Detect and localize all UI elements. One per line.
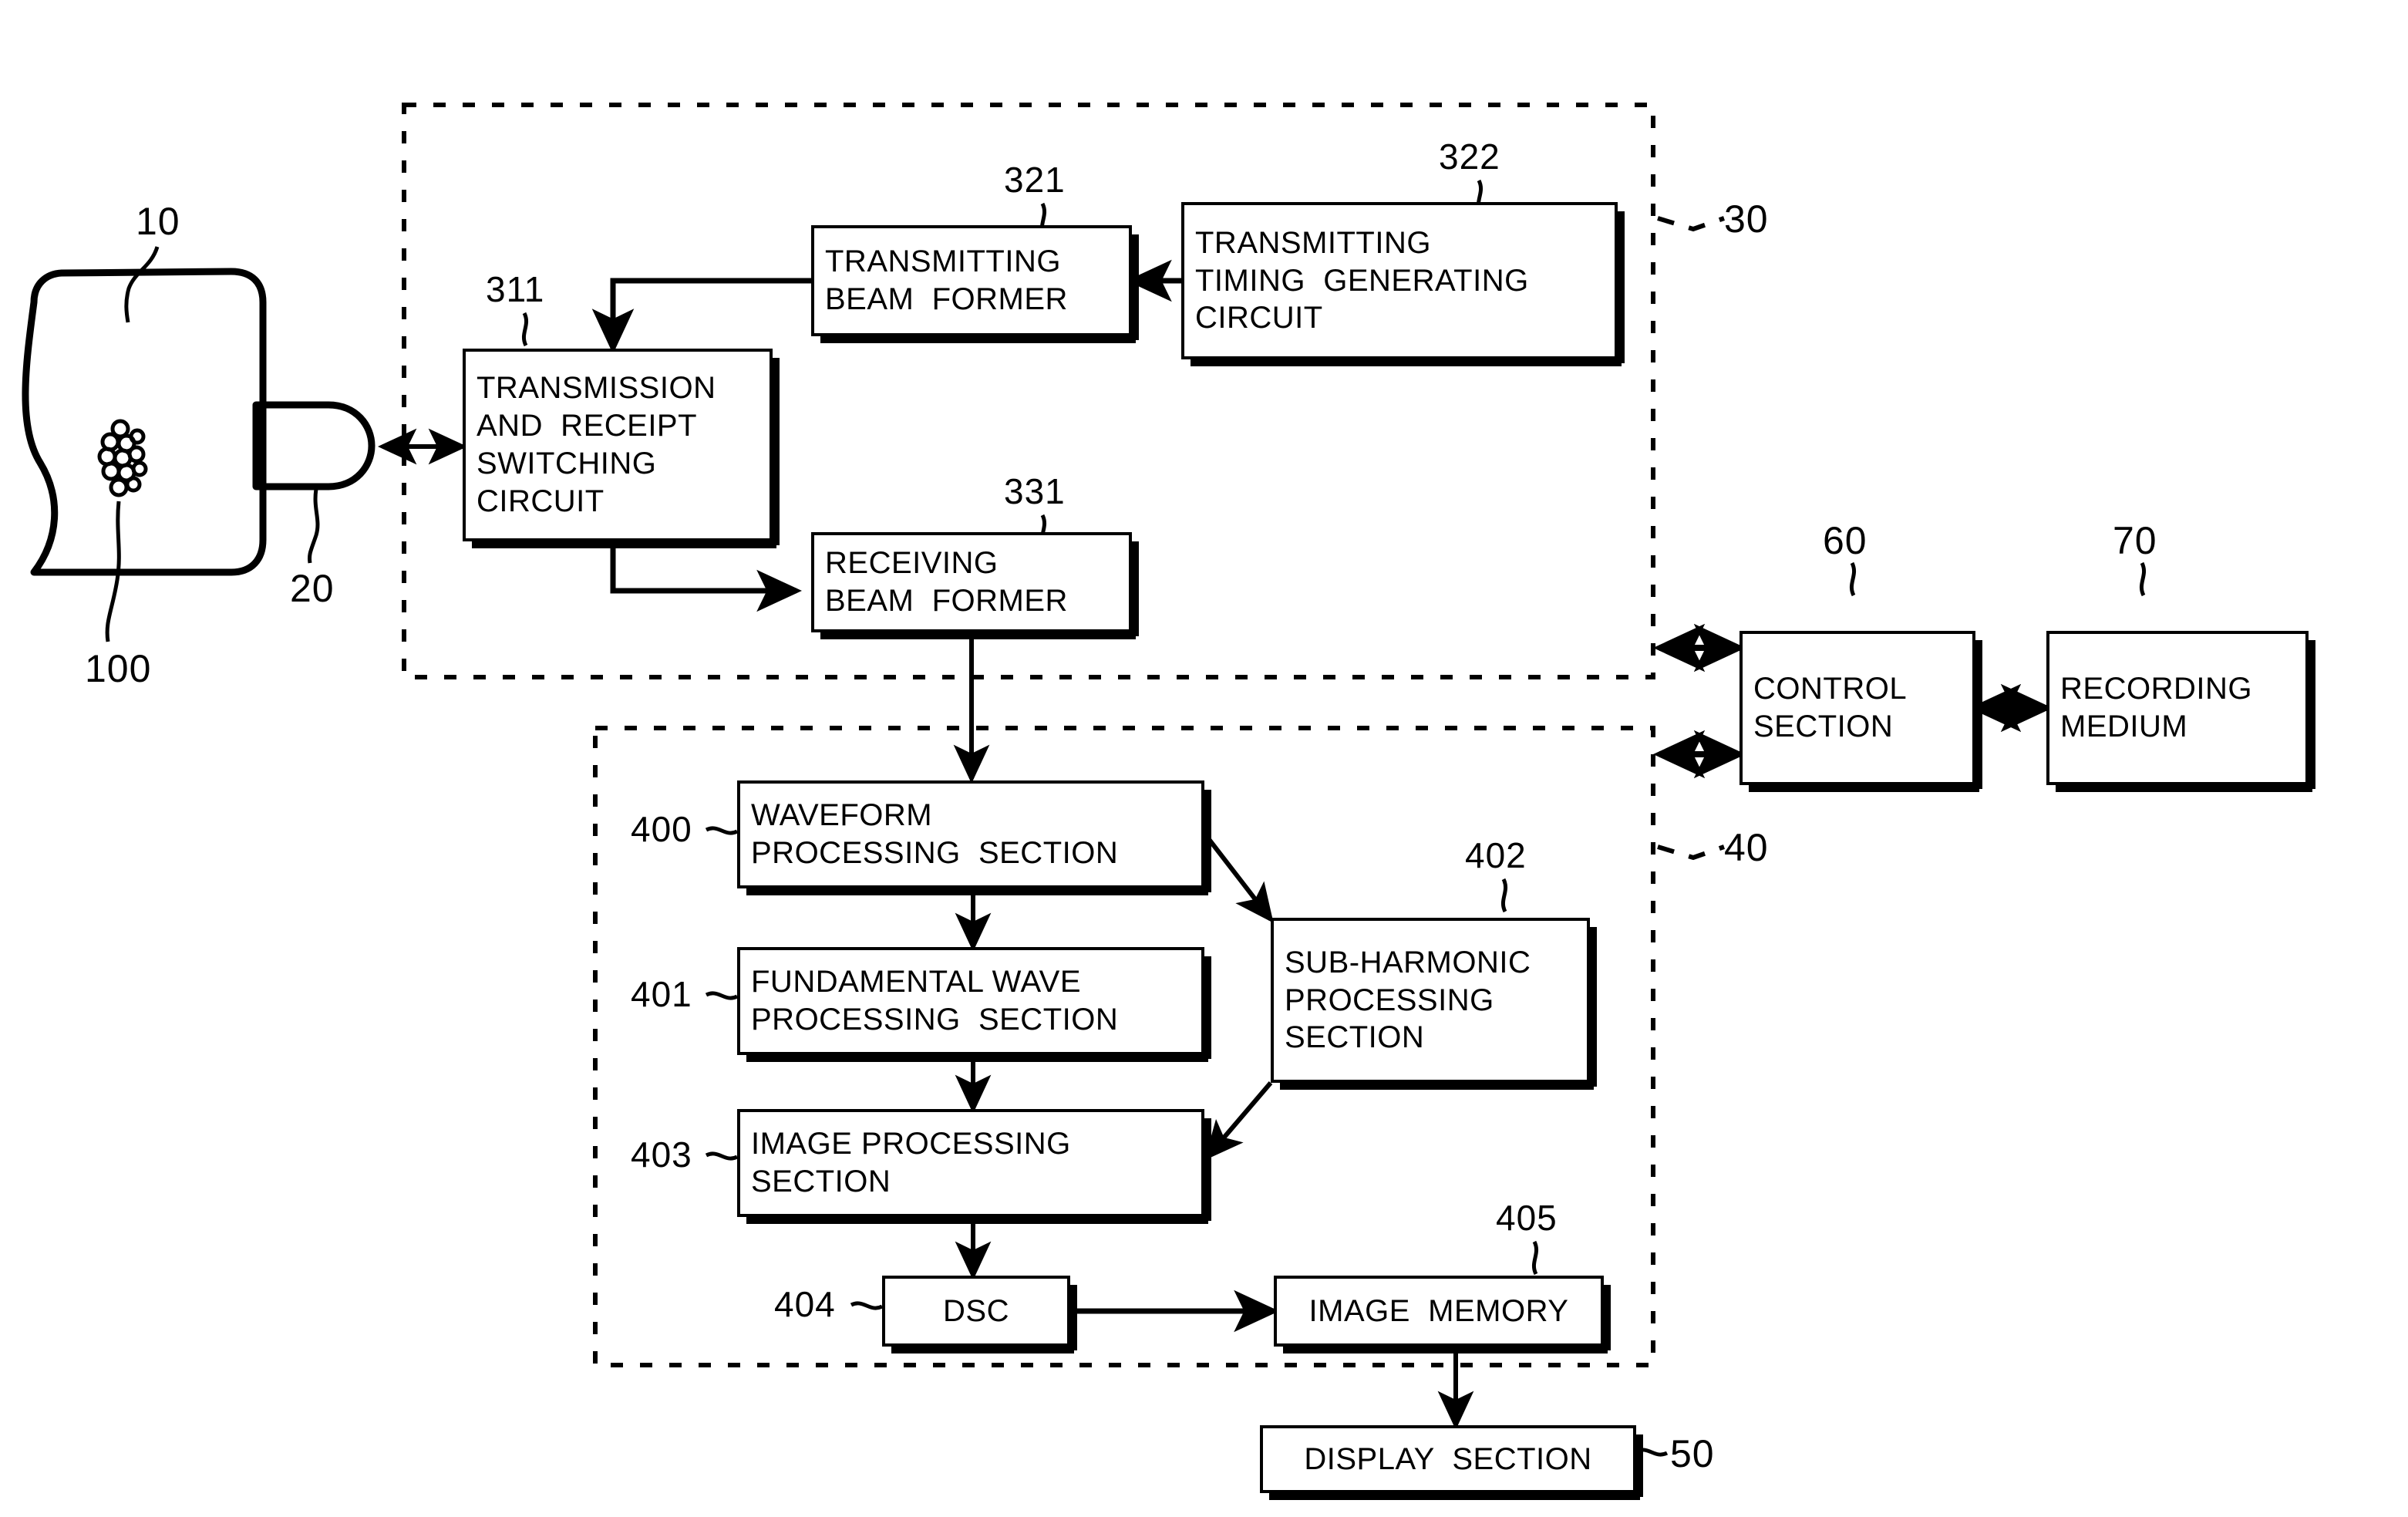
- leader-line-20: [308, 488, 320, 564]
- leader-line-405: [1531, 1240, 1539, 1276]
- leader-line-70: [2139, 561, 2147, 597]
- block-line: RECORDING: [2060, 672, 2252, 706]
- block-line: FUNDAMENTAL WAVE: [751, 965, 1082, 1000]
- block-line: SECTION: [751, 1165, 891, 1198]
- leader-line-40: [1657, 844, 1725, 861]
- leader-line-402: [1500, 878, 1508, 913]
- block-line: TRANSMITTING: [1195, 225, 1431, 260]
- ref-label-321: 321: [1004, 160, 1066, 200]
- block-line: TRANSMITTING: [825, 244, 1061, 279]
- leader-line-30: [1657, 216, 1725, 232]
- block-line: IMAGE PROCESSING: [751, 1127, 1071, 1161]
- leader-line-311: [521, 312, 529, 347]
- block-line: CONTROL: [1753, 672, 1908, 706]
- block-line: CIRCUIT: [1195, 301, 1323, 335]
- connector-402-to-403: [1204, 1081, 1273, 1161]
- block-waveform-processing-section[interactable]: WAVEFORM PROCESSING SECTION: [737, 780, 1211, 895]
- ref-label-20: 20: [290, 567, 335, 610]
- connector-400-to-402: [1201, 830, 1274, 923]
- block-line: IMAGE MEMORY: [1308, 1293, 1569, 1328]
- block-line: BEAM FORMER: [825, 584, 1068, 618]
- block-line: SECTION: [1753, 710, 1894, 743]
- ref-label-311: 311: [486, 269, 545, 309]
- block-image-memory[interactable]: IMAGE MEMORY: [1274, 1276, 1611, 1354]
- block-line: RECEIVING: [825, 546, 999, 581]
- block-line: SUB-HARMONIC: [1285, 945, 1531, 979]
- ref-label-50: 50: [1670, 1432, 1715, 1475]
- block-image-processing-section[interactable]: IMAGE PROCESSING SECTION: [737, 1109, 1211, 1224]
- block-line: DSC: [943, 1293, 1009, 1328]
- block-sub-harmonic-processing-section[interactable]: SUB-HARMONIC PROCESSING SECTION: [1271, 918, 1597, 1090]
- block-transmitting-beam-former[interactable]: TRANSMITTING BEAM FORMER: [811, 225, 1139, 343]
- ultrasonic-probe-outline: [252, 401, 376, 490]
- block-line: MEDIUM: [2060, 710, 2188, 743]
- ref-label-331: 331: [1004, 471, 1066, 511]
- block-line: CIRCUIT: [477, 484, 605, 518]
- ref-label-10: 10: [136, 200, 180, 243]
- block-transmitting-timing-generating-circuit[interactable]: TRANSMITTING TIMING GENERATING CIRCUIT: [1181, 202, 1625, 366]
- leader-line-404: [850, 1301, 884, 1310]
- block-line: PROCESSING SECTION: [751, 1003, 1119, 1037]
- block-fundamental-wave-processing-section[interactable]: FUNDAMENTAL WAVE PROCESSING SECTION: [737, 947, 1211, 1062]
- block-line: TRANSMISSION: [477, 371, 716, 406]
- block-dsc[interactable]: DSC: [882, 1276, 1077, 1354]
- ref-label-40: 40: [1724, 826, 1769, 869]
- block-line: PROCESSING: [1285, 983, 1494, 1017]
- connector-311-to-331: [610, 541, 802, 612]
- block-display-section[interactable]: DISPLAY SECTION: [1260, 1425, 1643, 1500]
- block-line: TIMING GENERATING: [1195, 263, 1529, 298]
- figure-canvas: TRANSMISSION AND RECEIPT SWITCHING CIRCU…: [0, 0, 2408, 1517]
- block-line: BEAM FORMER: [825, 282, 1068, 316]
- ref-label-30: 30: [1724, 197, 1769, 241]
- block-line: WAVEFORM: [751, 798, 933, 833]
- block-line: AND RECEIPT: [477, 409, 698, 443]
- block-transmission-receipt-switching-circuit[interactable]: TRANSMISSION AND RECEIPT SWITCHING CIRCU…: [463, 349, 780, 548]
- ref-label-60: 60: [1823, 519, 1867, 562]
- ref-label-322: 322: [1439, 137, 1500, 177]
- microbubble-cluster: [97, 419, 148, 497]
- block-line: SWITCHING: [477, 447, 657, 480]
- connector-321-to-311: [591, 278, 811, 354]
- leader-line-401: [705, 991, 739, 1000]
- leader-line-400: [705, 826, 739, 835]
- block-recording-medium[interactable]: RECORDING MEDIUM: [2046, 631, 2315, 792]
- leader-line-10: [124, 246, 160, 323]
- block-line: DISPLAY SECTION: [1304, 1441, 1592, 1476]
- patient-body-outline: [22, 268, 267, 576]
- ref-label-404: 404: [774, 1284, 836, 1324]
- block-line: PROCESSING SECTION: [751, 836, 1119, 870]
- leader-line-60: [1849, 561, 1857, 597]
- ref-label-401: 401: [631, 974, 692, 1014]
- ref-label-402: 402: [1465, 835, 1527, 875]
- block-line: SECTION: [1285, 1020, 1425, 1055]
- ref-label-100: 100: [85, 647, 152, 690]
- block-control-section[interactable]: CONTROL SECTION: [1739, 631, 1982, 792]
- ref-label-405: 405: [1496, 1198, 1558, 1238]
- ref-label-403: 403: [631, 1134, 692, 1175]
- ref-label-70: 70: [2113, 519, 2157, 562]
- leader-line-403: [705, 1151, 739, 1161]
- block-receiving-beam-former[interactable]: RECEIVING BEAM FORMER: [811, 532, 1139, 639]
- ref-label-400: 400: [631, 809, 692, 849]
